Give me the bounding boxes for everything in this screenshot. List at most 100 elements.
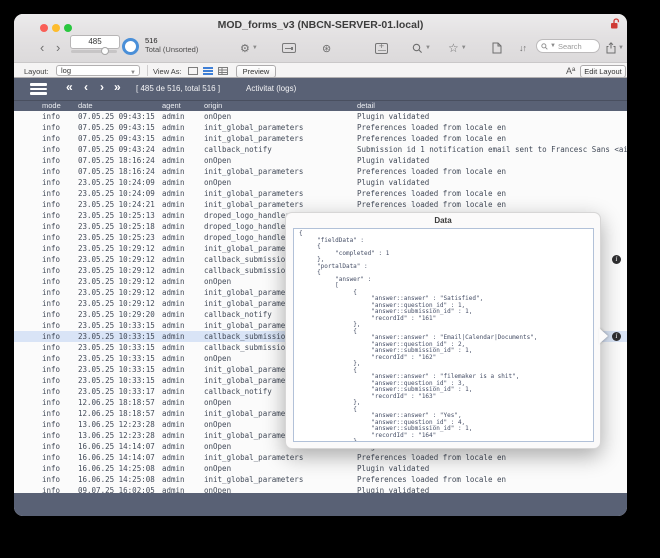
cell-date: 23.05.25 10:29:12 xyxy=(78,299,155,308)
cell-agent: admin xyxy=(162,134,185,143)
cell-date: 16.06.25 14:25:08 xyxy=(78,464,155,473)
cell-agent: admin xyxy=(162,376,185,385)
new-record-button[interactable] xyxy=(375,39,388,57)
view-as-table-button[interactable] xyxy=(218,67,228,75)
layout-select-value: log xyxy=(61,66,72,75)
cell-mode: info xyxy=(42,365,61,374)
chevron-down-icon: ▼ xyxy=(618,45,624,51)
cell-origin: onOpen xyxy=(204,178,232,187)
find-button[interactable]: ▼ xyxy=(412,39,431,57)
document-icon xyxy=(492,42,502,54)
cell-agent: admin xyxy=(162,266,185,275)
cell-date: 23.05.25 10:24:09 xyxy=(78,178,155,187)
cell-detail: Preferences loaded from locale en xyxy=(357,475,507,484)
view-as-list-button[interactable] xyxy=(203,67,213,75)
table-row[interactable]: info 16.06.25 14:25:08 admin onOpen Plug… xyxy=(14,463,627,474)
cell-mode: info xyxy=(42,189,61,198)
unlocked-padlock-icon xyxy=(610,18,620,30)
cell-detail: Plugin validated xyxy=(357,112,430,121)
cell-date: 23.05.25 10:33:15 xyxy=(78,354,155,363)
cell-agent: admin xyxy=(162,475,185,484)
cell-date: 23.05.25 10:25:18 xyxy=(78,222,155,231)
cell-date: 07.05.25 09:43:15 xyxy=(78,123,155,132)
layout-title: Activitat (logs) xyxy=(246,84,297,93)
cell-mode: info xyxy=(42,145,61,154)
table-row[interactable]: info 07.05.25 09:43:15 admin onOpen Plug… xyxy=(14,111,627,122)
formatting-bar-toggle[interactable]: Aª xyxy=(566,66,575,76)
cell-mode: info xyxy=(42,332,61,341)
search-icon xyxy=(412,43,422,53)
cell-date: 13.06.25 12:23:28 xyxy=(78,431,155,440)
cell-date: 16.06.25 14:25:08 xyxy=(78,475,155,484)
window-title: MOD_forms_v3 (NBCN-SERVER-01.local) xyxy=(217,19,424,31)
current-record-field[interactable]: 485 xyxy=(70,35,120,49)
cell-mode: info xyxy=(42,475,61,484)
cell-detail: Submission id 1 notification email sent … xyxy=(357,145,627,154)
json-data-text: { "fieldData" : { "completed" : 1 }, "po… xyxy=(299,230,538,442)
first-record-button[interactable]: « xyxy=(66,80,73,94)
sort-button[interactable]: ↓↑ xyxy=(519,39,527,57)
table-row[interactable]: info 07.05.25 09:43:24 admin callback_no… xyxy=(14,144,627,155)
table-row[interactable]: info 23.05.25 10:24:09 admin init_global… xyxy=(14,188,627,199)
preview-button[interactable]: Preview xyxy=(236,65,276,78)
prev-record-button[interactable]: ‹ xyxy=(84,80,88,94)
cell-date: 07.05.25 09:43:15 xyxy=(78,112,155,121)
next-record-button[interactable]: › xyxy=(100,80,104,94)
found-set-pie-icon[interactable] xyxy=(122,38,139,55)
menu-icon[interactable] xyxy=(30,83,47,97)
edit-script-button[interactable] xyxy=(492,39,502,57)
json-data-field[interactable]: { "fieldData" : { "completed" : 1 }, "po… xyxy=(293,228,594,442)
row-info-icon[interactable]: i xyxy=(612,332,621,341)
card-view-button[interactable] xyxy=(282,39,296,57)
gear-menu-button[interactable]: ⚙ ▼ xyxy=(240,39,258,57)
cell-agent: admin xyxy=(162,398,185,407)
cell-date: 12.06.25 18:18:57 xyxy=(78,398,155,407)
cell-origin: init_global_parameters xyxy=(204,453,304,462)
search-icon xyxy=(541,42,548,50)
view-as-form-button[interactable] xyxy=(188,67,198,75)
next-record-button[interactable]: › xyxy=(56,39,60,57)
row-info-icon[interactable]: i xyxy=(612,255,621,264)
table-row[interactable]: info 07.05.25 18:16:24 admin onOpen Plug… xyxy=(14,155,627,166)
title-bar: MOD_forms_v3 (NBCN-SERVER-01.local) xyxy=(14,14,627,36)
column-header-detail: detail xyxy=(357,101,375,110)
cell-origin: onOpen xyxy=(204,156,232,165)
table-row[interactable]: info 23.05.25 10:24:09 admin onOpen Plug… xyxy=(14,177,627,188)
table-row[interactable]: info 23.05.25 10:24:21 admin init_global… xyxy=(14,199,627,210)
cell-detail: Plugin validated xyxy=(357,486,430,493)
cell-mode: info xyxy=(42,409,61,418)
table-row[interactable]: info 16.06.25 14:14:07 admin init_global… xyxy=(14,452,627,463)
view-as-label: View As: xyxy=(153,67,182,76)
layout-label: Layout: xyxy=(24,67,49,76)
record-slider[interactable] xyxy=(71,47,117,55)
record-slider-thumb[interactable] xyxy=(101,47,109,55)
cell-detail: Plugin validated xyxy=(357,156,430,165)
table-row[interactable]: info 16.06.25 14:25:08 admin init_global… xyxy=(14,474,627,485)
table-row[interactable]: info 07.05.25 09:43:15 admin init_global… xyxy=(14,133,627,144)
badge-button[interactable]: ⊛ xyxy=(322,39,331,57)
table-row[interactable]: info 09.07.25 16:02:05 admin onOpen Plug… xyxy=(14,485,627,493)
previous-record-button[interactable]: ‹ xyxy=(40,39,44,57)
cell-agent: admin xyxy=(162,244,185,253)
last-record-button[interactable]: » xyxy=(114,80,121,94)
cell-date: 23.05.25 10:33:15 xyxy=(78,376,155,385)
cell-agent: admin xyxy=(162,310,185,319)
edit-layout-button[interactable]: Edit Layout xyxy=(580,65,626,78)
share-button[interactable]: ▼ xyxy=(606,39,624,57)
cell-detail: Preferences loaded from locale en xyxy=(357,167,507,176)
chevron-down-icon: ▼ xyxy=(251,45,258,51)
cell-agent: admin xyxy=(162,299,185,308)
layout-select[interactable]: log ▼ xyxy=(56,65,140,76)
chevron-down-icon: ▼ xyxy=(550,43,556,49)
cell-origin: init_global_parameters xyxy=(204,167,304,176)
cell-mode: info xyxy=(42,321,61,330)
cell-detail: Preferences loaded from locale en xyxy=(357,453,507,462)
cell-mode: info xyxy=(42,464,61,473)
favorites-button[interactable]: ☆ ▼ xyxy=(448,39,467,57)
cell-detail: Preferences loaded from locale en xyxy=(357,123,507,132)
quick-search-field[interactable]: ▼ Search xyxy=(536,39,600,53)
table-row[interactable]: info 07.05.25 09:43:15 admin init_global… xyxy=(14,122,627,133)
cell-agent: admin xyxy=(162,156,185,165)
table-row[interactable]: info 07.05.25 18:16:24 admin init_global… xyxy=(14,166,627,177)
chevron-down-icon: ▼ xyxy=(425,45,431,51)
